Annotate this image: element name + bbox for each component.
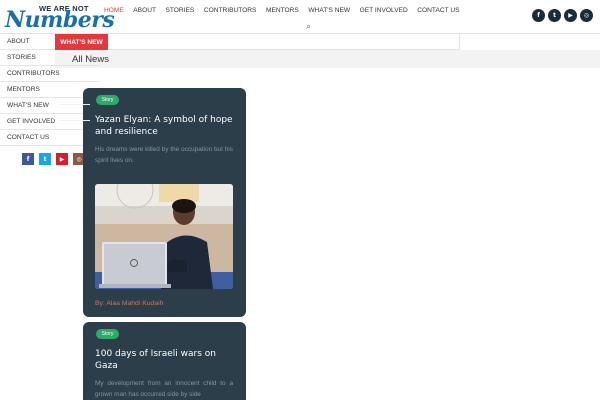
twitter-icon[interactable]: t bbox=[548, 9, 561, 22]
nav-home[interactable]: HOME bbox=[104, 7, 124, 14]
top-nav: HOME ABOUT STORIES CONTRIBUTORS MENTORS … bbox=[104, 7, 469, 14]
nav-get-involved[interactable]: GET INVOLVED bbox=[360, 7, 408, 14]
page-title: All News bbox=[72, 54, 109, 65]
nav-stories[interactable]: STORIES bbox=[166, 7, 195, 14]
news-card[interactable]: Story 100 days of Israeli wars on Gaza M… bbox=[83, 322, 246, 400]
site-logo[interactable]: WE ARE NOT Numbers bbox=[5, 2, 115, 33]
search-input[interactable] bbox=[100, 34, 460, 50]
social-links-sidebar: f t ▶ ◎ bbox=[22, 153, 90, 165]
facebook-icon[interactable]: f bbox=[532, 9, 545, 22]
card-excerpt: My development from an innocent child to… bbox=[95, 380, 233, 398]
card-title[interactable]: 100 days of Israeli wars on Gaza bbox=[95, 348, 240, 372]
story-photo[interactable] bbox=[95, 184, 233, 289]
section-header-strip bbox=[55, 50, 600, 68]
twitter-icon[interactable]: t bbox=[39, 153, 51, 165]
top-header: WE ARE NOT Numbers HOME ABOUT STORIES CO… bbox=[0, 0, 600, 34]
divider bbox=[60, 120, 90, 121]
social-links-top: f t ▶ ◎ bbox=[529, 9, 593, 22]
card-excerpt: His dreams were killed by the occupation… bbox=[95, 146, 233, 164]
nav-contact-us[interactable]: CONTACT US bbox=[417, 7, 459, 14]
divider bbox=[60, 104, 90, 105]
instagram-icon[interactable]: ◎ bbox=[580, 9, 593, 22]
nav-about[interactable]: ABOUT bbox=[133, 7, 156, 14]
card-author: By: Alaa Mahdi Kudaih bbox=[95, 300, 164, 307]
sidebar-item-contributors[interactable]: CONTRIBUTORS bbox=[0, 66, 100, 82]
search-icon[interactable]: ⌕ bbox=[306, 22, 311, 32]
news-card[interactable]: Story Yazan Elyan: A symbol of hope and … bbox=[83, 88, 246, 317]
logo-line-2: Numbers bbox=[5, 7, 115, 33]
story-tag: Story bbox=[96, 329, 119, 339]
youtube-icon[interactable]: ▶ bbox=[56, 153, 68, 165]
nav-mentors[interactable]: MENTORS bbox=[266, 7, 299, 14]
youtube-icon[interactable]: ▶ bbox=[564, 9, 577, 22]
nav-contributors[interactable]: CONTRIBUTORS bbox=[204, 7, 257, 14]
facebook-icon[interactable]: f bbox=[22, 153, 34, 165]
nav-whats-new[interactable]: WHAT'S NEW bbox=[308, 7, 350, 14]
card-title[interactable]: Yazan Elyan: A symbol of hope and resili… bbox=[95, 114, 240, 138]
story-tag: Story bbox=[96, 95, 119, 105]
whats-new-badge: WHAT'S NEW bbox=[55, 34, 108, 50]
